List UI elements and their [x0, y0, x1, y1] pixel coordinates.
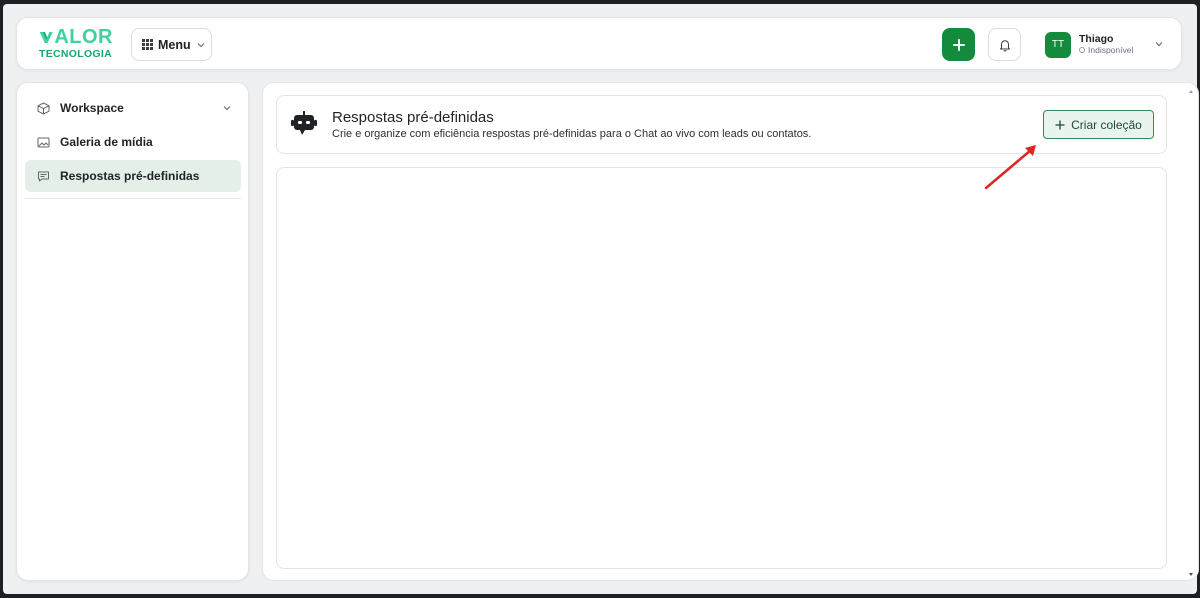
chevron-down-icon: [223, 106, 231, 111]
bot-icon: [291, 111, 317, 135]
create-collection-label: Criar coleção: [1071, 117, 1142, 132]
app-window: ALOR TECNOLOGIA Menu TT Thiago Indisponí…: [3, 4, 1199, 594]
add-button[interactable]: [942, 28, 975, 61]
brand-logo[interactable]: ALOR TECNOLOGIA: [39, 27, 113, 61]
top-header: ALOR TECNOLOGIA Menu TT Thiago Indisponí…: [16, 17, 1182, 70]
chevron-down-icon: [197, 42, 205, 47]
plus-icon: [952, 38, 965, 51]
sidebar-item-label: Galeria de mídia: [60, 135, 153, 149]
sidebar-item-workspace[interactable]: Workspace: [25, 92, 241, 124]
cube-icon: [36, 101, 50, 115]
annotation-arrow-icon: [984, 145, 1036, 190]
bell-icon: [999, 39, 1010, 51]
sidebar-item-label: Respostas pré-definidas: [60, 169, 200, 183]
plus-icon: [1055, 120, 1065, 129]
avatar: TT: [1045, 31, 1071, 58]
grid-icon: [142, 39, 153, 50]
menu-button-label: Menu: [158, 37, 191, 52]
logo-subtitle: TECNOLOGIA: [39, 48, 112, 60]
status-dot-icon: [1079, 47, 1085, 53]
image-icon: [36, 135, 50, 149]
sidebar-item-label: Workspace: [60, 101, 124, 115]
chevron-down-icon: [1155, 42, 1163, 47]
main-panel: Respostas pré-definidas Crie e organize …: [262, 82, 1199, 581]
menu-button[interactable]: Menu: [131, 28, 212, 61]
scrollbar[interactable]: [1188, 89, 1194, 577]
sidebar-divider: [25, 198, 241, 199]
create-collection-button[interactable]: Criar coleção: [1043, 110, 1154, 139]
collections-list: [276, 167, 1167, 569]
page-subtitle: Crie e organize com eficiência respostas…: [332, 128, 812, 140]
user-menu[interactable]: TT Thiago Indisponível: [1045, 28, 1165, 61]
logo-v-mark: [39, 31, 53, 44]
user-status-label: Indisponível: [1088, 44, 1134, 55]
sidebar-item-media-gallery[interactable]: Galeria de mídia: [25, 126, 241, 158]
message-icon: [36, 169, 50, 183]
notifications-button[interactable]: [988, 28, 1021, 61]
page-title: Respostas pré-definidas: [332, 109, 494, 126]
sidebar: Workspace Galeria de mídia Respostas pré…: [16, 82, 249, 581]
logo-wordmark: ALOR: [54, 26, 113, 48]
user-name: Thiago: [1079, 32, 1114, 45]
user-status: Indisponível: [1079, 45, 1133, 56]
sidebar-item-predefined-replies[interactable]: Respostas pré-definidas: [25, 160, 241, 192]
